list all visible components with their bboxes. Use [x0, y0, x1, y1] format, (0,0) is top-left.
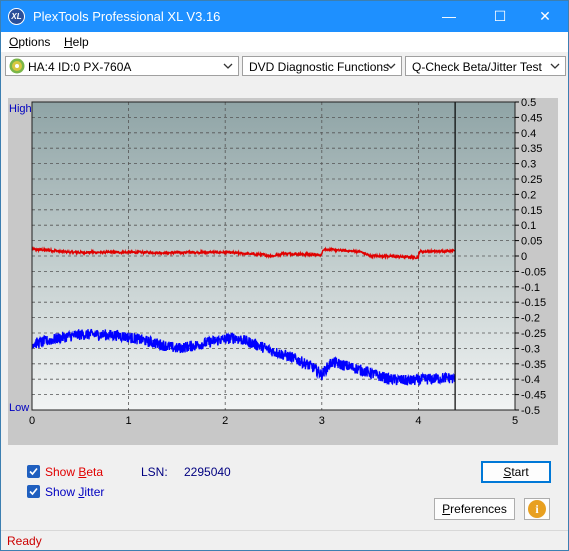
status-bar: Ready [1, 530, 568, 550]
show-jitter-pre: Show [45, 485, 79, 499]
right-axis-tick-label: -0.35 [521, 359, 546, 371]
start-rest: tart [511, 465, 529, 479]
menu-options-rest: ptions [18, 35, 51, 49]
chart-svg: High Low 0 1 2 3 4 5 0.5 0.45 0.4 0.35 0.3 0.25 0.2 0… [9, 98, 546, 427]
info-icon: i [528, 500, 546, 518]
beta-jitter-chart: High Low 0 1 2 3 4 5 0.5 0.45 0.4 0.35 0.3 0.25 0.2 0… [8, 98, 558, 445]
function-select-value: DVD Diagnostic Functions [249, 60, 390, 74]
checkmark-icon [29, 487, 38, 496]
right-axis-tick-label: -0.05 [521, 266, 546, 278]
right-axis-tick-label: 0.2 [521, 189, 536, 201]
right-axis-tick-label: -0.25 [521, 328, 546, 340]
test-select[interactable]: Q-Check Beta/Jitter Test [405, 56, 566, 76]
control-panel: Show Beta Show Jitter LSN: 2295040 Start… [8, 454, 559, 525]
test-select-value: Q-Check Beta/Jitter Test [412, 60, 542, 74]
lsn-value: 2295040 [184, 465, 231, 479]
minimize-button[interactable]: — [426, 1, 472, 32]
menu-options[interactable]: Options [9, 35, 50, 49]
x-tick-label: 2 [222, 415, 228, 427]
right-axis-tick-label: -0.5 [521, 405, 540, 417]
right-axis-tick-label: 0.1 [521, 220, 536, 232]
x-tick-label: 4 [415, 415, 421, 427]
function-select[interactable]: DVD Diagnostic Functions [242, 56, 402, 76]
x-tick-label: 3 [319, 415, 325, 427]
show-beta-checkbox[interactable] [27, 465, 40, 478]
show-beta-label[interactable]: Show Beta [45, 465, 103, 479]
right-axis-tick-label: -0.2 [521, 313, 540, 325]
close-button[interactable]: ✕ [522, 1, 568, 32]
lsn-label: LSN: [141, 465, 168, 479]
preferences-button[interactable]: Preferences [434, 498, 515, 520]
right-axis-tick-label: -0.15 [521, 297, 546, 309]
right-axis-tick-label: -0.1 [521, 282, 540, 294]
show-jitter-checkbox[interactable] [27, 485, 40, 498]
show-beta-pre: Show [45, 465, 79, 479]
info-button[interactable]: i [524, 498, 550, 520]
right-axis-tick-label: 0.45 [521, 112, 542, 124]
x-tick-label: 0 [29, 415, 35, 427]
menu-help-rest: elp [72, 35, 89, 49]
preferences-rest: references [450, 502, 507, 516]
app-window: XL PlexTools Professional XL V3.16 — ☐ ✕… [0, 0, 569, 551]
maximize-button[interactable]: ☐ [477, 1, 523, 32]
x-tick-label: 1 [126, 415, 132, 427]
right-axis-tick-label: 0.25 [521, 174, 542, 186]
right-axis-tick-label: 0.4 [521, 128, 536, 140]
x-tick-label: 5 [512, 415, 518, 427]
right-axis-tick-label: -0.4 [521, 374, 540, 386]
low-label: Low [9, 402, 29, 414]
preferences-accel: P [442, 502, 451, 516]
drive-select-value: HA:4 ID:0 PX-760A [28, 60, 132, 74]
window-title: PlexTools Professional XL V3.16 [33, 9, 221, 24]
right-axis-tick-label: -0.3 [521, 343, 540, 355]
chevron-down-icon [386, 63, 396, 69]
right-axis-tick-label: -0.45 [521, 390, 546, 402]
menu-options-accel: O [9, 35, 19, 49]
right-axis-tick-label: 0.5 [521, 98, 536, 109]
right-axis-tick-label: 0.15 [521, 205, 542, 217]
start-button[interactable]: Start [481, 461, 551, 483]
right-axis-tick-label: 0.05 [521, 236, 542, 248]
show-jitter-rest: itter [84, 485, 105, 499]
show-beta-rest: eta [86, 465, 104, 479]
high-label: High [9, 103, 32, 115]
title-bar[interactable]: XL PlexTools Professional XL V3.16 — ☐ ✕ [1, 1, 568, 32]
chevron-down-icon [550, 63, 560, 69]
chevron-down-icon [223, 63, 233, 69]
menu-help[interactable]: Help [64, 35, 89, 49]
right-axis-tick-label: 0 [521, 251, 527, 263]
show-jitter-label[interactable]: Show Jitter [45, 485, 104, 499]
menu-help-accel: H [64, 35, 73, 49]
menu-bar: Options Help [1, 32, 568, 52]
right-axis-tick-label: 0.35 [521, 143, 542, 155]
app-logo-icon: XL [8, 8, 25, 25]
checkmark-icon [29, 467, 38, 476]
drive-select[interactable]: HA:4 ID:0 PX-760A [5, 56, 239, 76]
right-axis-tick-label: 0.3 [521, 159, 536, 171]
status-text: Ready [7, 534, 42, 548]
disc-drive-icon [9, 58, 25, 74]
